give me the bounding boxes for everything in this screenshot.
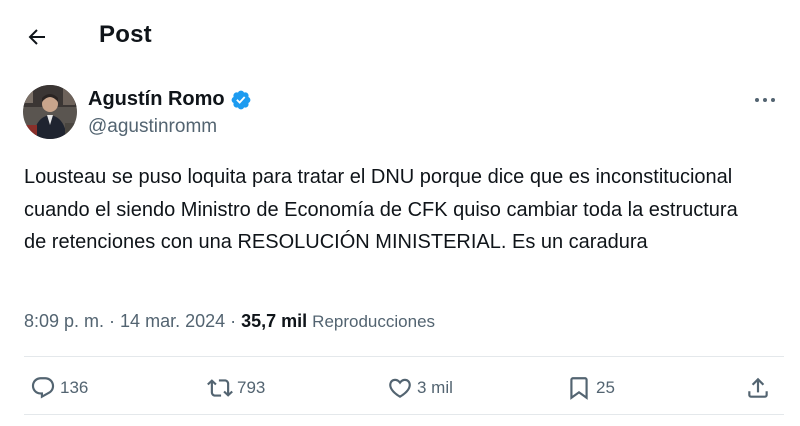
divider [24, 356, 784, 357]
page-title: Post [99, 21, 152, 48]
share-icon [748, 377, 768, 398]
post-header: Post [0, 0, 800, 70]
views-count: 35,7 mil [241, 311, 308, 331]
repost-count: 793 [237, 378, 266, 397]
like-count: 3 mil [417, 378, 453, 397]
heart-icon [389, 378, 411, 398]
views-label: Reproducciones [312, 312, 436, 331]
post-date[interactable]: 14 mar. 2024 [120, 311, 225, 332]
bookmark-count: 25 [596, 378, 615, 397]
post-meta: 8:09 p. m. · 14 mar. 2024 · 35,7 mil Repr… [24, 311, 435, 332]
reply-count: 136 [60, 378, 89, 397]
divider [24, 414, 784, 415]
author-handle[interactable]: @agustinromm [88, 116, 217, 138]
meta-separator: · [225, 311, 242, 331]
author-name[interactable]: Agustín Romo [88, 88, 252, 111]
more-options-button[interactable] [748, 88, 782, 112]
post-text: Lousteau se puso loquita para tratar el … [24, 166, 738, 253]
avatar[interactable] [23, 85, 77, 139]
reply-button[interactable]: 136 [30, 372, 88, 404]
like-button[interactable]: 3 mil [387, 372, 453, 404]
repost-icon [207, 379, 233, 397]
share-button[interactable] [745, 372, 771, 404]
reply-icon [31, 377, 55, 399]
post-time[interactable]: 8:09 p. m. [24, 311, 104, 332]
author-name-text: Agustín Romo [88, 88, 225, 110]
avatar-image [23, 85, 77, 139]
bookmark-button[interactable]: 25 [566, 372, 615, 404]
verified-badge-icon [231, 90, 251, 109]
more-horizontal-icon [755, 98, 775, 102]
meta-separator: · [104, 311, 121, 331]
repost-button[interactable]: 793 [207, 372, 265, 404]
bookmark-icon [570, 377, 588, 400]
arrow-left-icon [28, 29, 45, 45]
back-button[interactable] [20, 20, 54, 54]
